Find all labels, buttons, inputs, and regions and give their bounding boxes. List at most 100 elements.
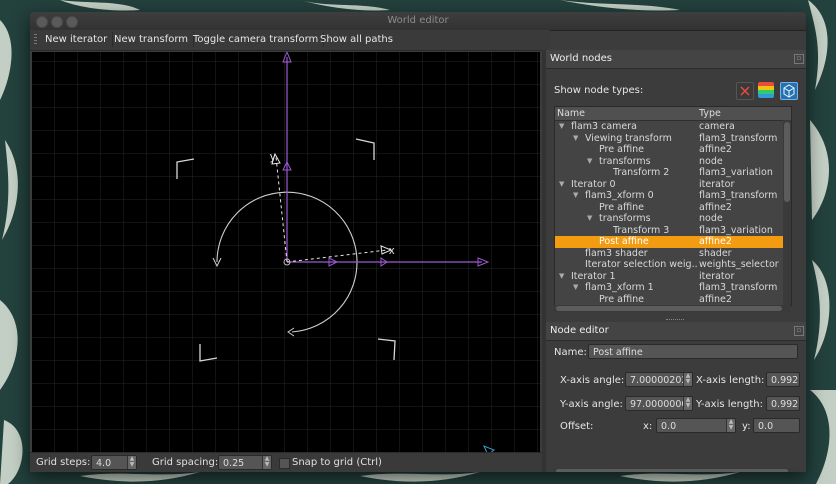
tree-row-type: node bbox=[699, 213, 723, 224]
x-axis-angle-input[interactable]: 7.00000202 ▲ ▼ bbox=[625, 372, 693, 387]
y-axis-label: y bbox=[270, 151, 276, 163]
spin-arrows-icon[interactable]: ▲ ▼ bbox=[262, 456, 271, 469]
expand-arrow-icon[interactable]: ▼ bbox=[573, 133, 578, 145]
new-transform-button[interactable]: New transform bbox=[109, 32, 195, 47]
spin-arrows-icon[interactable]: ▲ ▼ bbox=[726, 419, 735, 432]
expand-arrow-icon[interactable]: ▼ bbox=[587, 156, 592, 168]
tree-row[interactable]: ▼ flam3 camera camera bbox=[555, 121, 791, 133]
tree-row-name: flam3_xform 1 bbox=[585, 282, 654, 293]
tree-row-name: Pre affine bbox=[599, 144, 644, 155]
tree-row[interactable]: Transform 3 flam3_variation bbox=[555, 225, 791, 237]
tree-row[interactable]: ▼ Iterator 0 iterator bbox=[555, 179, 791, 191]
right-panel: World nodes ▫ Show node types: Name Type… bbox=[546, 50, 806, 472]
tree-row[interactable]: ▼ Viewing transform flam3_transform bbox=[555, 133, 791, 145]
tree-row[interactable]: Iterator selection weig... weights_select… bbox=[555, 259, 791, 271]
world-nodes-header: World nodes ▫ bbox=[546, 50, 806, 69]
tree-row-name: Pre affine bbox=[599, 201, 644, 213]
scroll-thumb[interactable] bbox=[784, 122, 790, 202]
toolbar-grip-icon[interactable] bbox=[34, 34, 37, 46]
grid-spacing-value: 0.25 bbox=[223, 458, 245, 469]
tree-row-type: camera bbox=[699, 121, 735, 132]
tree-row[interactable]: Post affine affine2 bbox=[555, 236, 791, 248]
tree-row-name: transforms bbox=[599, 155, 651, 167]
x-axis-length-input[interactable]: 0.9925 bbox=[766, 372, 800, 387]
offset-y-label: y: bbox=[742, 421, 751, 432]
new-iterator-button[interactable]: New iterator bbox=[40, 32, 114, 47]
snap-to-grid-label: Snap to grid (Ctrl) bbox=[292, 457, 382, 468]
tree-horizontal-scrollbar[interactable] bbox=[554, 305, 790, 312]
node-editor-horizontal-scrollbar[interactable] bbox=[554, 468, 800, 472]
name-label: Name: bbox=[554, 347, 587, 358]
tree-row[interactable]: ▼ transforms node bbox=[555, 213, 791, 225]
world-nodes-title: World nodes bbox=[550, 53, 613, 64]
scroll-thumb[interactable] bbox=[556, 306, 782, 311]
grid bbox=[32, 52, 540, 452]
y-axis-length-input[interactable]: 0.9925 bbox=[766, 396, 800, 411]
expand-arrow-icon[interactable]: ▼ bbox=[559, 121, 564, 133]
tree-row-type: iterator bbox=[699, 178, 735, 190]
transform-filter-icon[interactable] bbox=[736, 82, 754, 100]
world-viewport[interactable]: x y bbox=[32, 52, 540, 452]
offset-x-input[interactable]: 0.0 ▲ ▼ bbox=[656, 418, 736, 433]
tree-row-name: Transform 3 bbox=[613, 224, 670, 236]
world-editor-window: World editor New iterator New transform … bbox=[30, 12, 806, 472]
grid-steps-label: Grid steps: bbox=[36, 457, 91, 468]
tree-row-name: flam3 camera bbox=[571, 121, 637, 132]
node-tree[interactable]: Name Type ▼ flam3 camera camera ▼ Viewing tr… bbox=[554, 106, 792, 306]
tree-row-type: flam3_variation bbox=[699, 224, 773, 236]
tree-row[interactable]: ▼ Iterator 1 iterator bbox=[555, 271, 791, 283]
expand-arrow-icon[interactable]: ▼ bbox=[573, 282, 578, 294]
tree-row[interactable]: ▼ flam3_xform 1 flam3_transform bbox=[555, 282, 791, 294]
tree-row-type: flam3_transform bbox=[699, 132, 778, 144]
scroll-thumb[interactable] bbox=[556, 469, 788, 472]
color-bars-icon[interactable] bbox=[758, 82, 774, 98]
show-all-paths-button[interactable]: Show all paths bbox=[315, 32, 398, 47]
grid-steps-input[interactable]: 4.0 ▲ ▼ bbox=[91, 455, 137, 470]
expand-arrow-icon[interactable]: ▼ bbox=[587, 213, 592, 225]
float-panel-icon[interactable]: ▫ bbox=[794, 54, 804, 64]
tree-row-name: Post affine bbox=[599, 236, 649, 247]
tree-row[interactable]: Pre affine affine2 bbox=[555, 202, 791, 214]
float-panel-icon[interactable]: ▫ bbox=[794, 326, 804, 336]
tree-row-type: affine2 bbox=[699, 144, 732, 155]
y-axis-angle-input[interactable]: 97.00000000 ▲ ▼ bbox=[625, 396, 693, 411]
tree-row-type: flam3_transform bbox=[699, 282, 778, 293]
expand-arrow-icon[interactable]: ▼ bbox=[559, 271, 564, 283]
tree-row-type: flam3_transform bbox=[699, 190, 778, 201]
tree-row[interactable]: Transform 2 flam3_variation bbox=[555, 167, 791, 179]
show-node-types-label: Show node types: bbox=[554, 85, 644, 96]
tree-row[interactable]: Pre affine affine2 bbox=[555, 144, 791, 156]
tree-row-name: transforms bbox=[599, 213, 651, 224]
tree-row[interactable]: ▼ flam3_xform 0 flam3_transform bbox=[555, 190, 791, 202]
offset-x-value: 0.0 bbox=[661, 421, 677, 432]
expand-arrow-icon[interactable]: ▼ bbox=[573, 190, 578, 202]
expand-arrow-icon[interactable]: ▼ bbox=[559, 179, 564, 191]
tree-row[interactable]: Pre affine affine2 bbox=[555, 294, 791, 306]
tree-row-type: affine2 bbox=[699, 201, 732, 213]
node-name-input[interactable]: Post affine bbox=[588, 344, 798, 359]
spin-arrows-icon[interactable]: ▲ ▼ bbox=[683, 373, 692, 386]
offset-y-input[interactable]: 0.0 bbox=[753, 418, 800, 433]
tree-header: Name Type bbox=[555, 107, 791, 121]
x-axis-length-label: X-axis length: bbox=[696, 375, 765, 386]
spin-arrows-icon[interactable]: ▲ ▼ bbox=[127, 456, 136, 469]
cube-icon[interactable] bbox=[780, 82, 798, 100]
tree-row[interactable]: flam3 shader shader bbox=[555, 248, 791, 260]
node-editor-header: Node editor ▫ bbox=[546, 322, 806, 341]
toggle-camera-transform-button[interactable]: Toggle camera transform bbox=[188, 32, 325, 47]
y-axis-length-label: Y-axis length: bbox=[696, 399, 763, 410]
name-column-header[interactable]: Name bbox=[557, 108, 585, 119]
snap-to-grid-checkbox[interactable] bbox=[279, 458, 290, 469]
tree-row[interactable]: ▼ transforms node bbox=[555, 156, 791, 168]
viewport-canvas[interactable]: x y bbox=[32, 52, 540, 452]
window-title: World editor bbox=[387, 15, 449, 26]
tree-row-type: affine2 bbox=[699, 236, 732, 247]
grid-spacing-input[interactable]: 0.25 ▲ ▼ bbox=[218, 455, 272, 470]
y-axis-angle-label: Y-axis angle: bbox=[560, 399, 623, 410]
tree-row-name: Iterator 0 bbox=[571, 178, 616, 190]
tree-row-type: weights_selector bbox=[699, 259, 779, 270]
tree-vertical-scrollbar[interactable] bbox=[783, 120, 791, 305]
type-column-header[interactable]: Type bbox=[699, 108, 721, 119]
tree-row-name: flam3 shader bbox=[585, 247, 648, 259]
spin-arrows-icon[interactable]: ▲ ▼ bbox=[683, 397, 692, 410]
